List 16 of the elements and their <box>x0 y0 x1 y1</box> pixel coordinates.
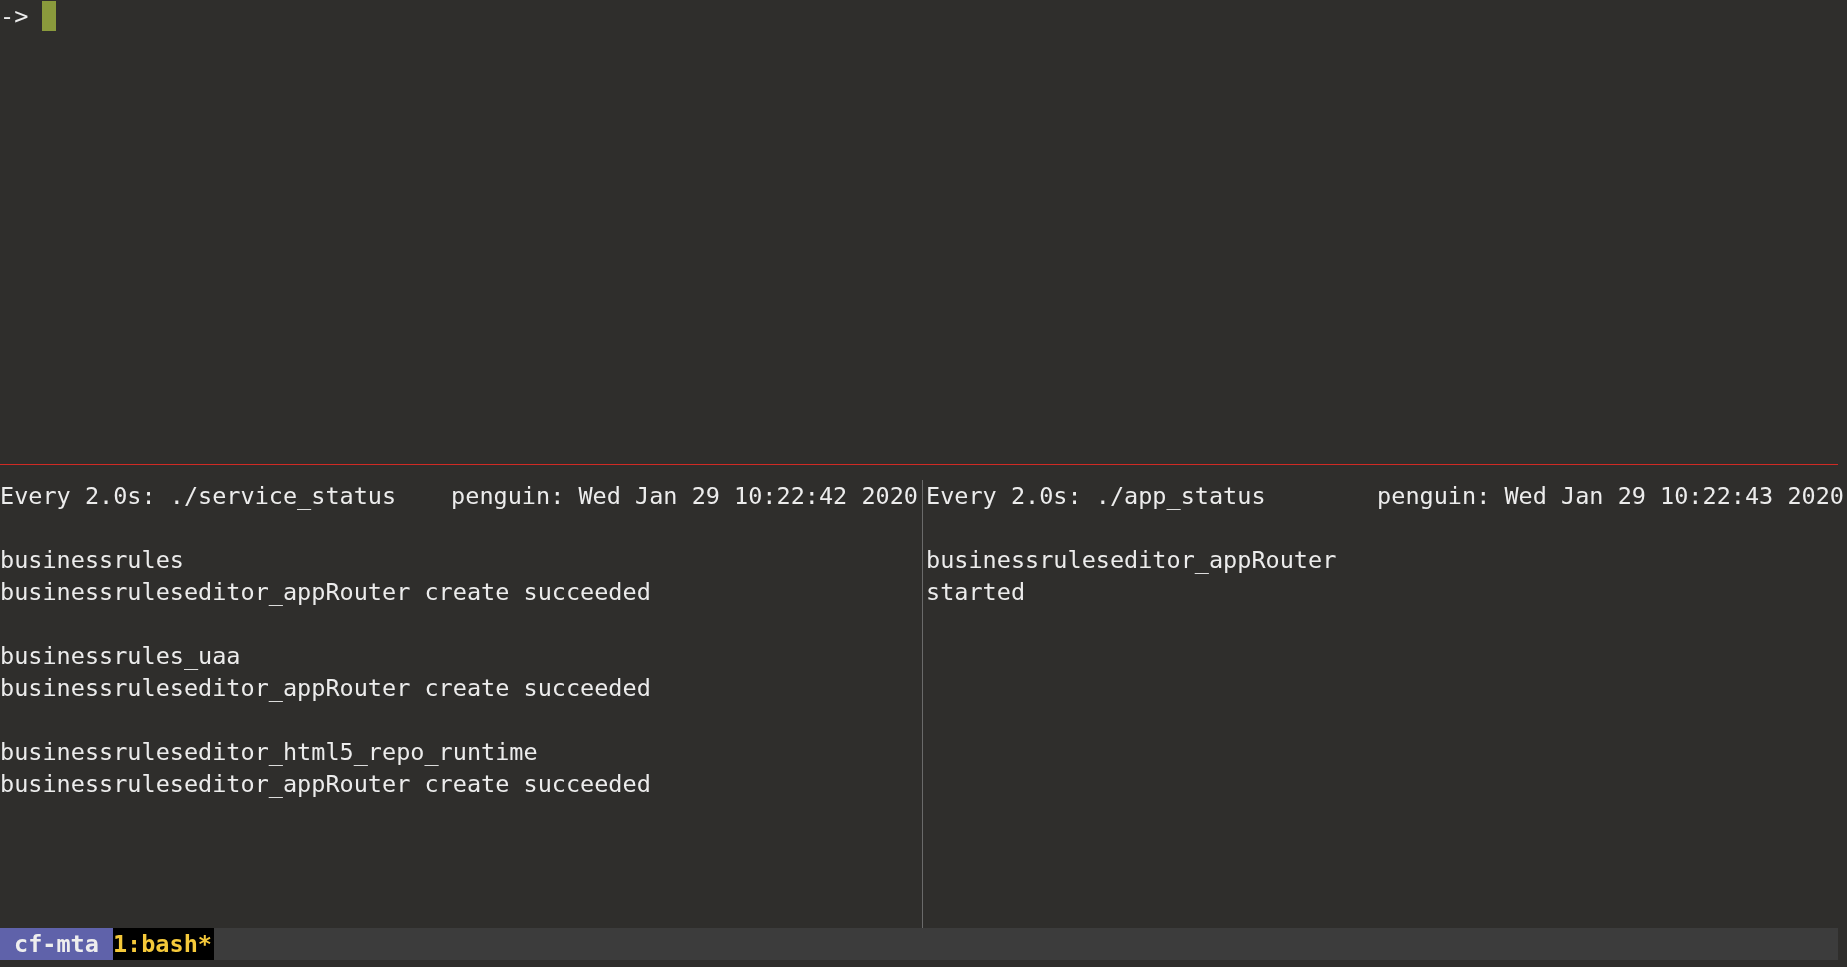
session-name: cf-mta <box>0 928 113 960</box>
output-line: businessrules <box>0 546 184 574</box>
output-line: businessruleseditor_html5_repo_runtime <box>0 738 538 766</box>
output-line: started <box>926 578 1026 606</box>
prompt: -> <box>0 1 29 32</box>
watch-command: Every 2.0s: ./app_status <box>926 481 1266 512</box>
output-line: businessruleseditor_appRouter create succeeded <box>0 770 651 798</box>
host-timestamp: penguin: Wed Jan 29 10:22:43 2020 <box>1377 481 1844 512</box>
watch-command: Every 2.0s: ./service_status <box>0 481 397 512</box>
cursor <box>42 1 57 31</box>
output-line: businessrules_uaa <box>0 642 241 670</box>
host-timestamp: penguin: Wed Jan 29 10:22:42 2020 <box>451 481 918 512</box>
output-line: businessruleseditor_appRouter create succeeded <box>0 674 651 702</box>
output-line: businessruleseditor_appRouter create succeeded <box>0 578 651 606</box>
output-line: businessruleseditor_appRouter <box>926 546 1337 574</box>
window-tab[interactable]: 1:bash* <box>112 928 214 960</box>
